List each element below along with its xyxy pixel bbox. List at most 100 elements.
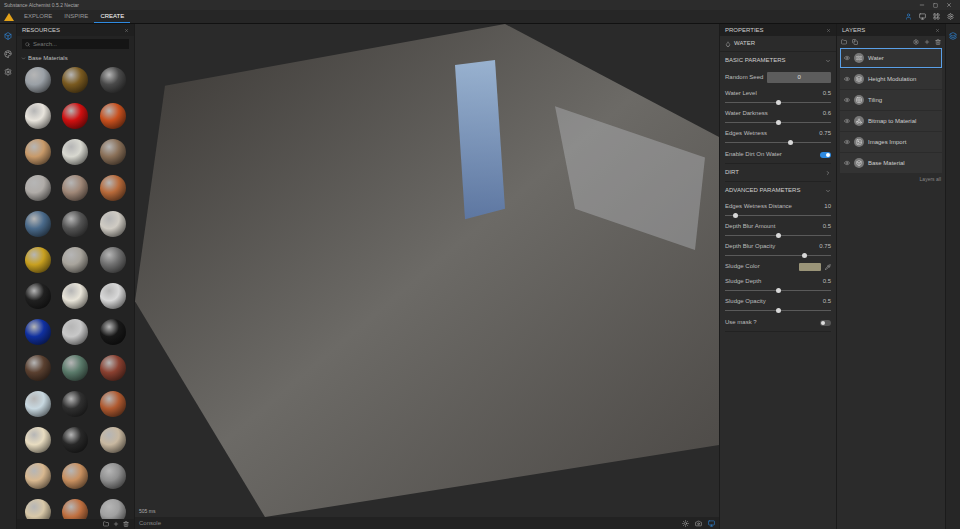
material-sphere[interactable]: [62, 175, 88, 201]
number-field[interactable]: 0: [767, 72, 831, 83]
settings-icon[interactable]: [913, 39, 919, 45]
material-sphere[interactable]: [25, 463, 51, 489]
material-sphere[interactable]: [25, 67, 51, 93]
slider-track[interactable]: [725, 290, 831, 291]
section-header[interactable]: Base Materials: [17, 52, 134, 65]
slider-track[interactable]: [725, 235, 831, 236]
settings-icon[interactable]: [947, 13, 954, 20]
resources-icon[interactable]: [4, 32, 12, 40]
toggle-switch[interactable]: [820, 152, 831, 158]
material-sphere[interactable]: [62, 499, 88, 519]
folder-icon[interactable]: [841, 39, 847, 45]
console-tab[interactable]: Console: [139, 519, 161, 528]
close-panel-icon[interactable]: [935, 28, 940, 33]
toggle-switch[interactable]: [820, 320, 831, 326]
material-sphere[interactable]: [100, 463, 126, 489]
material-sphere[interactable]: [62, 67, 88, 93]
material-sphere[interactable]: [100, 319, 126, 345]
material-sphere[interactable]: [100, 247, 126, 273]
slider-thumb[interactable]: [733, 213, 738, 218]
slider-track[interactable]: [725, 122, 831, 123]
material-sphere[interactable]: [25, 427, 51, 453]
material-sphere[interactable]: [62, 283, 88, 309]
layout-icon[interactable]: [933, 13, 940, 20]
trash-icon[interactable]: [123, 521, 129, 527]
material-sphere[interactable]: [100, 283, 126, 309]
settings-icon[interactable]: [4, 68, 12, 76]
slider-thumb[interactable]: [776, 100, 781, 105]
slider-thumb[interactable]: [776, 233, 781, 238]
palette-icon[interactable]: [4, 50, 12, 58]
section-header[interactable]: BASIC PARAMETERS: [725, 52, 831, 69]
layer-item[interactable]: Tiling: [840, 90, 942, 110]
material-sphere[interactable]: [100, 103, 126, 129]
material-sphere[interactable]: [100, 427, 126, 453]
delete-layer-icon[interactable]: [935, 39, 941, 45]
layer-item[interactable]: Bitmap to Material: [840, 111, 942, 131]
folder-icon[interactable]: [103, 521, 109, 527]
slider-thumb[interactable]: [776, 288, 781, 293]
slider-thumb[interactable]: [802, 253, 807, 258]
visibility-icon[interactable]: [844, 97, 850, 103]
material-sphere[interactable]: [100, 67, 126, 93]
material-sphere[interactable]: [62, 427, 88, 453]
lighting-icon[interactable]: [682, 520, 689, 527]
material-sphere[interactable]: [25, 211, 51, 237]
material-sphere[interactable]: [25, 175, 51, 201]
material-sphere[interactable]: [62, 319, 88, 345]
slider-thumb[interactable]: [776, 308, 781, 313]
section-header[interactable]: ADVANCED PARAMETERS: [725, 182, 831, 199]
layer-item[interactable]: Water: [840, 48, 942, 68]
material-sphere[interactable]: [25, 499, 51, 519]
material-sphere[interactable]: [25, 247, 51, 273]
visibility-icon[interactable]: [844, 139, 850, 145]
maximize-icon[interactable]: [933, 3, 938, 8]
visibility-icon[interactable]: [844, 160, 850, 166]
layer-item[interactable]: Images Import: [840, 132, 942, 152]
material-sphere[interactable]: [25, 103, 51, 129]
layers-footer[interactable]: Layers all: [920, 176, 941, 184]
layer-item[interactable]: Base Material: [840, 153, 942, 173]
material-sphere[interactable]: [62, 391, 88, 417]
search-field[interactable]: Search...: [22, 39, 129, 49]
render-view[interactable]: 505 ms: [135, 24, 719, 517]
material-sphere[interactable]: [100, 355, 126, 381]
material-sphere[interactable]: [62, 247, 88, 273]
material-sphere[interactable]: [62, 463, 88, 489]
minimize-icon[interactable]: [919, 2, 925, 8]
material-sphere[interactable]: [100, 211, 126, 237]
material-sphere[interactable]: [62, 139, 88, 165]
layer-item[interactable]: Height Modulation: [840, 69, 942, 89]
material-sphere[interactable]: [25, 391, 51, 417]
slider-track[interactable]: [725, 215, 831, 216]
material-sphere[interactable]: [62, 103, 88, 129]
add-icon[interactable]: [113, 521, 119, 527]
slider-track[interactable]: [725, 142, 831, 143]
material-sphere[interactable]: [100, 391, 126, 417]
material-sphere[interactable]: [100, 499, 126, 519]
display-icon[interactable]: [919, 13, 926, 20]
camera-icon[interactable]: [695, 520, 702, 527]
visibility-icon[interactable]: [844, 55, 850, 61]
material-sphere[interactable]: [25, 283, 51, 309]
account-icon[interactable]: [905, 13, 912, 20]
material-sphere[interactable]: [25, 319, 51, 345]
view-mode-icon[interactable]: [708, 520, 715, 527]
material-sphere[interactable]: [25, 355, 51, 381]
slider-track[interactable]: [725, 310, 831, 311]
nav-tab[interactable]: CREATE: [94, 10, 130, 23]
material-sphere[interactable]: [100, 175, 126, 201]
layer-selector[interactable]: WATER: [720, 36, 836, 52]
layers-icon[interactable]: [949, 32, 957, 40]
material-sphere[interactable]: [62, 355, 88, 381]
visibility-icon[interactable]: [844, 76, 850, 82]
slider-track[interactable]: [725, 255, 831, 256]
close-panel-icon[interactable]: [826, 28, 831, 33]
material-sphere[interactable]: [100, 139, 126, 165]
material-sphere[interactable]: [25, 139, 51, 165]
slider-thumb[interactable]: [776, 120, 781, 125]
duplicate-icon[interactable]: [852, 39, 858, 45]
slider-track[interactable]: [725, 102, 831, 103]
nav-tab[interactable]: INSPIRE: [58, 10, 94, 23]
eyedropper-icon[interactable]: [825, 264, 831, 270]
